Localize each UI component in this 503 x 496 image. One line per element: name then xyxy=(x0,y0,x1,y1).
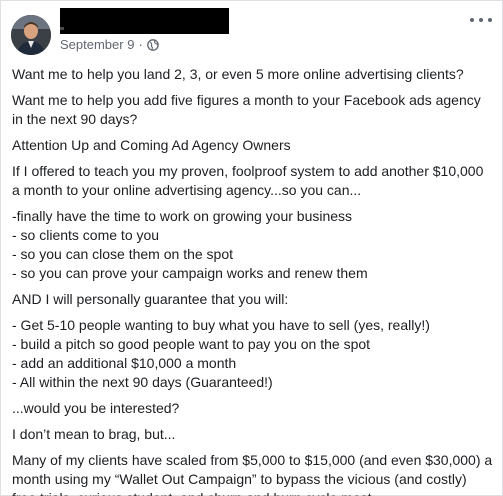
redacted-author-name xyxy=(60,8,229,34)
post-meta: September 9 · xyxy=(60,37,159,52)
globe-icon[interactable] xyxy=(146,38,159,51)
avatar-photo xyxy=(11,15,51,55)
author-name-fragment xyxy=(60,27,64,30)
more-dot xyxy=(470,18,474,22)
post-paragraph: Attention Up and Coming Ad Agency Owners xyxy=(12,137,291,153)
post-paragraph: ...would you be interested? xyxy=(12,400,180,416)
post-paragraph: -finally have the time to work on growin… xyxy=(12,208,368,281)
more-dot xyxy=(488,18,492,22)
more-options-icon[interactable] xyxy=(470,13,492,27)
post-header: September 9 · xyxy=(1,1,502,63)
meta-separator: · xyxy=(138,37,143,52)
post-body: Want me to help you land 2, 3, or even 5… xyxy=(12,65,494,496)
post-paragraph: Many of my clients have scaled from $5,0… xyxy=(12,452,493,496)
post-paragraph: - Get 5-10 people wanting to buy what yo… xyxy=(12,317,430,390)
post-date[interactable]: September 9 xyxy=(60,37,134,52)
avatar[interactable] xyxy=(11,15,51,55)
facebook-post: September 9 · Want me to help you land 2… xyxy=(0,0,503,496)
more-dot xyxy=(479,18,483,22)
post-paragraph: I don’t mean to brag, but... xyxy=(12,426,176,442)
post-paragraph: Want me to help you land 2, 3, or even 5… xyxy=(12,66,464,82)
post-paragraph: AND I will personally guarantee that you… xyxy=(12,291,289,307)
post-paragraph: If I offered to teach you my proven, foo… xyxy=(12,163,484,198)
post-paragraph: Want me to help you add five figures a m… xyxy=(12,92,481,127)
